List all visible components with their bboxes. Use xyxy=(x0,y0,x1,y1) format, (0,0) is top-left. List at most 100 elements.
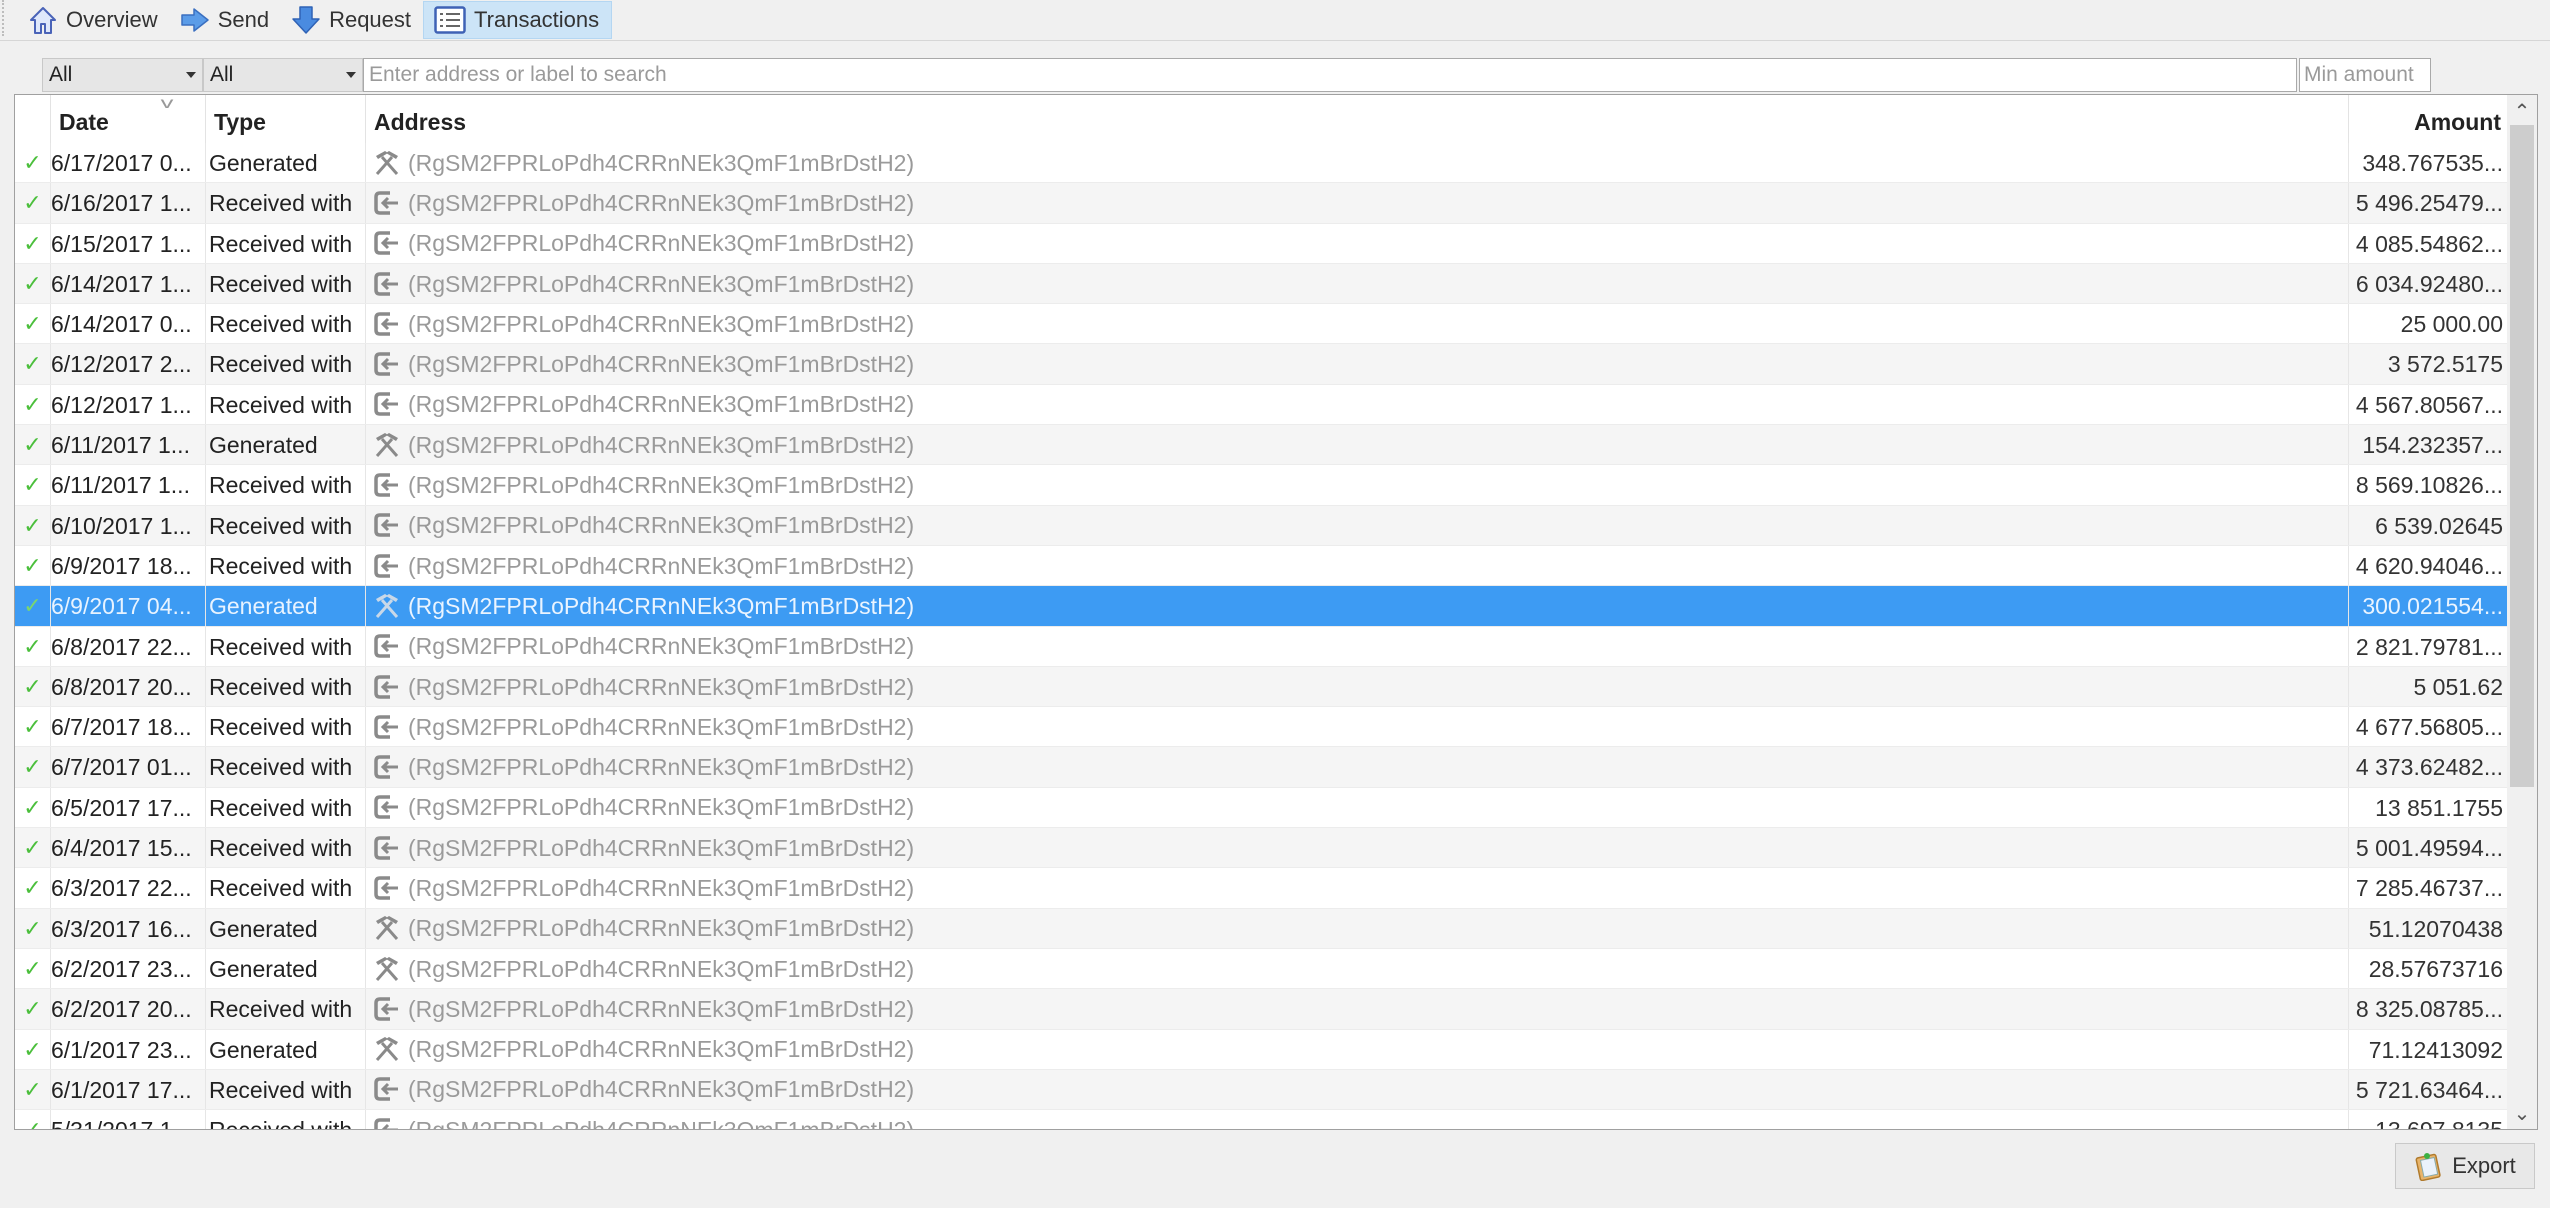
table-row[interactable]: ✓ 6/14/2017 0... Received with (RgSM2FPRLoP… xyxy=(15,304,2509,345)
cell-address: (RgSM2FPRLoPdh4CRRnNEk3QmF1mBrDstH2) xyxy=(366,304,2349,344)
cell-amount: 13 697.8135 xyxy=(2349,1110,2509,1129)
cell-date: 6/2/2017 20... xyxy=(51,989,206,1029)
cell-date: 6/7/2017 01... xyxy=(51,747,206,787)
received-arrow-icon xyxy=(374,352,398,376)
date-filter-select[interactable]: All xyxy=(42,58,203,92)
table-row[interactable]: ✓ 6/1/2017 23... Generated (RgSM2FPRLoPdh4C… xyxy=(15,1029,2509,1070)
cell-amount: 71.12413092 xyxy=(2368,1036,2503,1063)
tab-transactions[interactable]: Transactions xyxy=(423,1,613,39)
table-row[interactable]: ✓ 6/7/2017 01... Received with (RgSM2FPRLoP… xyxy=(15,747,2509,788)
cell-amount: 25 000.00 xyxy=(2400,311,2503,338)
confirmed-check-icon: ✓ xyxy=(15,666,51,707)
address-text: (RgSM2FPRLoPdh4CRRnNEk3QmF1mBrDstH2) xyxy=(408,713,915,740)
table-row[interactable]: ✓ 6/11/2017 1... Generated (RgSM2FPRLoPdh4C… xyxy=(15,425,2509,466)
cell-amount: 28.57673716 xyxy=(2368,955,2503,982)
table-row[interactable]: ✓ 6/16/2017 1... Received with (RgSM2FPRLoP… xyxy=(15,183,2509,224)
scrollbar-thumb[interactable] xyxy=(2510,125,2534,788)
received-arrow-icon xyxy=(374,835,398,860)
column-header-address[interactable]: Address xyxy=(366,95,2349,143)
confirmed-check-icon: ✓ xyxy=(15,505,51,545)
type-filter-select[interactable]: All xyxy=(203,58,363,92)
cell-date: 6/7/2017 18... xyxy=(51,707,206,747)
table-row[interactable]: ✓ 6/11/2017 1... Received with (RgSM2FPRLoP… xyxy=(15,465,2509,506)
received-arrow-icon xyxy=(374,473,398,497)
table-row[interactable]: ✓ 6/12/2017 2... Received with (RgSM2FPRLoP… xyxy=(15,344,2509,385)
confirmed-check-icon: ✓ xyxy=(15,1029,51,1069)
cell-type: Received with xyxy=(206,666,366,707)
toolbar-grip[interactable] xyxy=(2,0,7,36)
table-row[interactable]: ✓ 6/9/2017 04... Generated (RgSM2FPRLoPdh4C… xyxy=(15,586,2509,627)
table-row[interactable]: ✓ 6/14/2017 1... Received with (RgSM2FPRLoP… xyxy=(15,263,2509,305)
vertical-scrollbar[interactable]: ⌃ ⌄ xyxy=(2507,95,2537,1129)
cell-amount: 4 085.54862... xyxy=(2355,230,2503,257)
cell-type: Generated xyxy=(206,1029,366,1069)
cell-date: 6/9/2017 04... xyxy=(51,586,206,626)
column-header-date-label: Date xyxy=(59,109,109,135)
table-row[interactable]: ✓ 6/8/2017 20... Received with (RgSM2FPRLoP… xyxy=(15,666,2509,708)
confirmed-check-icon: ✓ xyxy=(15,465,51,505)
table-row[interactable]: ✓ 6/1/2017 17... Received with (RgSM2FPRLoP… xyxy=(15,1069,2509,1111)
address-text: (RgSM2FPRLoPdh4CRRnNEk3QmF1mBrDstH2) xyxy=(408,270,915,297)
cell-address: (RgSM2FPRLoPdh4CRRnNEk3QmF1mBrDstH2) xyxy=(366,747,2349,787)
tab-send[interactable]: Send xyxy=(170,1,281,39)
scroll-down-button[interactable]: ⌄ xyxy=(2507,1101,2537,1127)
mining-pickaxe-icon xyxy=(375,593,399,618)
confirmed-check-icon: ✓ xyxy=(15,1069,51,1110)
cell-type: Generated xyxy=(206,586,366,626)
cell-date: 5/31/2017 1... xyxy=(51,1110,206,1129)
address-text: (RgSM2FPRLoPdh4CRRnNEk3QmF1mBrDstH2) xyxy=(408,754,915,781)
cell-date: 6/8/2017 22... xyxy=(51,626,206,666)
cell-amount: 3 572.5175 xyxy=(2387,351,2503,378)
chevron-down-icon xyxy=(346,72,356,78)
cell-address: (RgSM2FPRLoPdh4CRRnNEk3QmF1mBrDstH2) xyxy=(366,183,2349,223)
table-row[interactable]: ✓ 6/10/2017 1... Received with (RgSM2FPRLoP… xyxy=(15,505,2509,546)
table-row[interactable]: ✓ 6/2/2017 23... Generated (RgSM2FPRLoPdh4C… xyxy=(15,948,2509,990)
table-row[interactable]: ✓ 6/7/2017 18... Received with (RgSM2FPRLoP… xyxy=(15,707,2509,748)
table-row[interactable]: ✓ 6/8/2017 22... Received with (RgSM2FPRLoP… xyxy=(15,626,2509,667)
cell-date: 6/8/2017 20... xyxy=(51,666,206,707)
table-row[interactable]: ✓ 6/2/2017 20... Received with (RgSM2FPRLoP… xyxy=(15,989,2509,1030)
cell-amount: 5 001.49594... xyxy=(2355,835,2503,862)
table-row[interactable]: ✓ 6/12/2017 1... Received with (RgSM2FPRLoP… xyxy=(15,384,2509,426)
tab-overview[interactable]: Overview xyxy=(18,1,170,39)
table-row[interactable]: ✓ 6/3/2017 22... Received with (RgSM2FPRLoP… xyxy=(15,868,2509,909)
address-text: (RgSM2FPRLoPdh4CRRnNEk3QmF1mBrDstH2) xyxy=(408,915,915,942)
table-row[interactable]: ✓ 6/9/2017 18... Received with (RgSM2FPRLoP… xyxy=(15,545,2509,587)
table-row[interactable]: ✓5/31/2017 1...Received with (RgSM2FPRLoP… xyxy=(15,1110,2509,1129)
cell-type: Received with xyxy=(206,505,366,545)
cell-amount: 154.232357... xyxy=(2362,432,2503,459)
tab-request[interactable]: Request xyxy=(281,1,423,39)
column-header-type[interactable]: Type xyxy=(206,95,366,143)
address-text: (RgSM2FPRLoPdh4CRRnNEk3QmF1mBrDstH2) xyxy=(408,189,915,216)
table-row[interactable]: ✓ 6/5/2017 17... Received with (RgSM2FPRLoP… xyxy=(15,787,2509,829)
address-search-input[interactable] xyxy=(363,58,2297,92)
confirmed-check-icon: ✓ xyxy=(15,344,51,384)
confirmed-check-icon: ✓ xyxy=(15,384,51,425)
cell-amount: 5 051.62 xyxy=(2413,673,2503,700)
cell-type: Received with xyxy=(206,545,366,586)
received-arrow-icon xyxy=(374,513,398,538)
table-row[interactable]: ✓ 6/15/2017 1... Received with (RgSM2FPRLoP… xyxy=(15,223,2509,264)
column-header-amount[interactable]: Amount xyxy=(2349,95,2509,143)
cell-date: 6/17/2017 0... xyxy=(51,143,206,183)
confirmed-check-icon: ✓ xyxy=(15,828,51,868)
min-amount-input[interactable] xyxy=(2299,58,2431,92)
column-header-date[interactable]: v Date xyxy=(51,95,206,143)
table-row[interactable]: ✓ 6/3/2017 16... Generated (RgSM2FPRLoPdh4C… xyxy=(15,908,2509,949)
mining-pickaxe-icon xyxy=(375,432,399,457)
address-text: (RgSM2FPRLoPdh4CRRnNEk3QmF1mBrDstH2) xyxy=(408,431,915,458)
confirmed-check-icon: ✓ xyxy=(15,425,51,465)
column-header-status[interactable] xyxy=(15,95,51,143)
scroll-up-button[interactable]: ⌃ xyxy=(2507,99,2537,125)
table-row[interactable]: ✓ 6/4/2017 15... Received with (RgSM2FPRLoP… xyxy=(15,828,2509,869)
export-button[interactable]: Export xyxy=(2395,1143,2535,1189)
received-arrow-icon xyxy=(374,231,398,255)
table-row[interactable]: ✓ 6/17/2017 0... Generated (RgSM2FPRLoPdh4C… xyxy=(15,143,2509,184)
cell-address: (RgSM2FPRLoPdh4CRRnNEk3QmF1mBrDstH2) xyxy=(366,666,2349,707)
cell-type: Received with xyxy=(206,304,366,344)
address-text: (RgSM2FPRLoPdh4CRRnNEk3QmF1mBrDstH2) xyxy=(408,552,915,579)
mining-pickaxe-icon xyxy=(375,956,399,981)
receive-arrow-icon xyxy=(292,6,320,34)
confirmed-check-icon: ✓ xyxy=(15,263,51,304)
table-body: ✓ 6/17/2017 0... Generated (RgSM2FPRLoPdh4C… xyxy=(15,143,2509,1129)
